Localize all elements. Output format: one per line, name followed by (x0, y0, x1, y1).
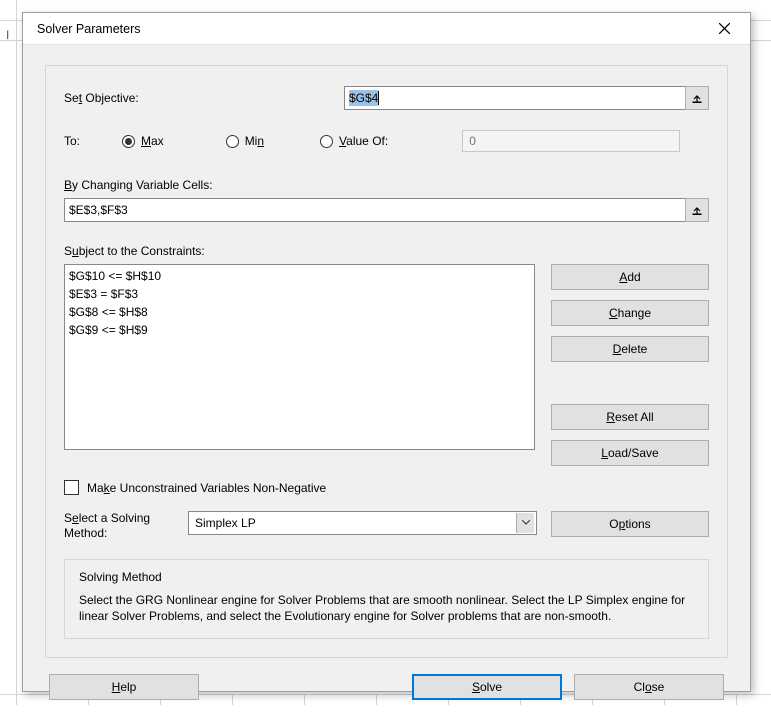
set-objective-label: Set Objective: (64, 91, 344, 105)
constraint-item[interactable]: $G$9 <= $H$9 (69, 321, 530, 339)
by-changing-label: By Changing Variable Cells: (64, 178, 709, 192)
radio-valueof-label: Value Of: (339, 134, 388, 148)
dropdown-arrow (516, 513, 534, 533)
constraint-item[interactable]: $G$10 <= $H$10 (69, 267, 530, 285)
help-button[interactable]: Help (49, 674, 199, 700)
objective-range-button[interactable] (685, 86, 709, 110)
solving-method-value: Simplex LP (195, 516, 256, 530)
dialog-title: Solver Parameters (37, 22, 141, 36)
close-button[interactable] (704, 16, 744, 42)
solve-button[interactable]: Solve (412, 674, 562, 700)
changing-cells-range-button[interactable] (685, 198, 709, 222)
radio-min[interactable]: Min (226, 134, 264, 148)
unconstrained-label: Make Unconstrained Variables Non-Negativ… (87, 481, 326, 495)
close-dialog-button[interactable]: Close (574, 674, 724, 700)
main-groupbox: Set Objective: $G$4 To: Max Min (45, 65, 728, 658)
collapse-icon (691, 92, 703, 104)
collapse-icon (691, 204, 703, 216)
add-button[interactable]: Add (551, 264, 709, 290)
valueof-input[interactable]: 0 (462, 130, 680, 152)
close-icon (719, 23, 730, 34)
select-method-label: Select a Solving Method: (64, 511, 174, 541)
delete-button[interactable]: Delete (551, 336, 709, 362)
reset-all-button[interactable]: Reset All (551, 404, 709, 430)
load-save-button[interactable]: Load/Save (551, 440, 709, 466)
constraints-listbox[interactable]: $G$10 <= $H$10 $E$3 = $F$3 $G$8 <= $H$8 … (64, 264, 535, 450)
to-label: To: (64, 134, 122, 148)
chevron-down-icon (522, 520, 530, 526)
method-heading: Solving Method (79, 570, 694, 584)
unconstrained-checkbox[interactable] (64, 480, 79, 495)
changing-cells-input[interactable] (64, 198, 686, 222)
radio-max-label: Max (141, 134, 164, 148)
solver-dialog: Solver Parameters Set Objective: $G$4 To… (22, 12, 751, 692)
radio-min-label: Min (245, 134, 264, 148)
radio-valueof[interactable]: Value Of: (320, 134, 388, 148)
constraints-label: Subject to the Constraints: (64, 244, 709, 258)
method-description-box: Solving Method Select the GRG Nonlinear … (64, 559, 709, 639)
options-button[interactable]: Options (551, 511, 709, 537)
solving-method-select[interactable]: Simplex LP (188, 511, 537, 535)
change-button[interactable]: Change (551, 300, 709, 326)
objective-input[interactable]: $G$4 (344, 86, 686, 110)
radio-max[interactable]: Max (122, 134, 164, 148)
titlebar: Solver Parameters (23, 13, 750, 45)
method-body: Select the GRG Nonlinear engine for Solv… (79, 592, 694, 624)
constraint-item[interactable]: $E$3 = $F$3 (69, 285, 530, 303)
constraint-item[interactable]: $G$8 <= $H$8 (69, 303, 530, 321)
